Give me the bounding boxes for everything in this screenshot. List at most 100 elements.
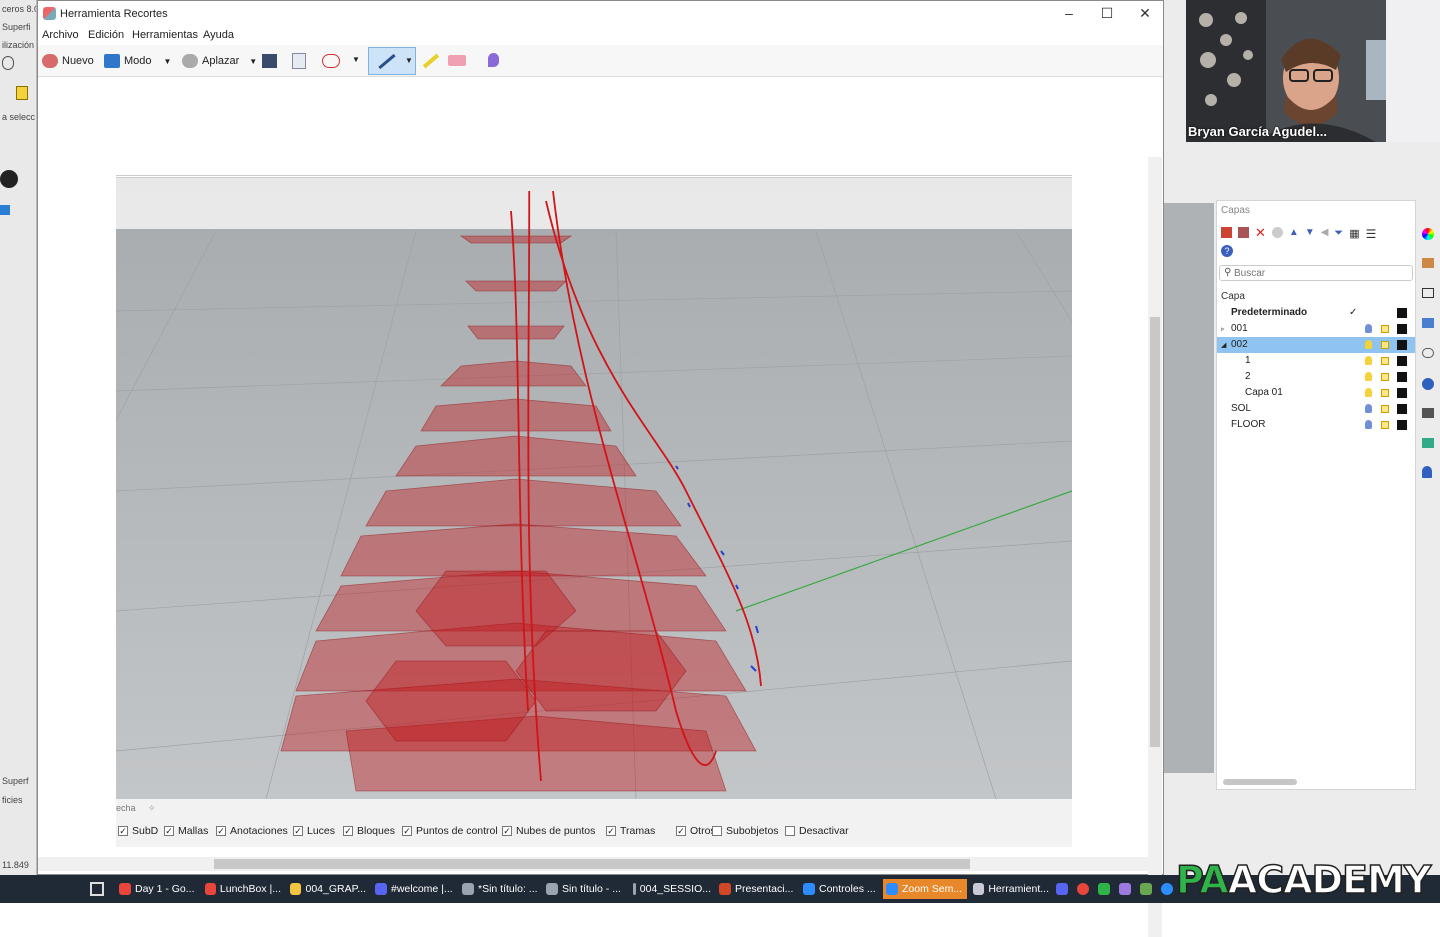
minimize-button[interactable]: – bbox=[1058, 5, 1080, 23]
horizontal-scroll-thumb[interactable] bbox=[214, 859, 970, 869]
layer-row[interactable]: ▹ 001 bbox=[1217, 321, 1415, 337]
layer-color-swatch[interactable] bbox=[1397, 420, 1407, 430]
checkbox-box[interactable]: ✓ bbox=[164, 826, 174, 836]
checkbox-box[interactable]: ✓ bbox=[293, 826, 303, 836]
layer-color-swatch[interactable] bbox=[1397, 356, 1407, 366]
new-button[interactable]: Nuevo bbox=[42, 52, 94, 70]
layer-color-swatch[interactable] bbox=[1397, 324, 1407, 334]
collapse-icon[interactable]: ◀ bbox=[1321, 227, 1329, 241]
layer-name[interactable]: Predeterminado bbox=[1231, 307, 1307, 318]
visibility-bulb-icon[interactable] bbox=[1365, 388, 1372, 397]
layer-color-swatch[interactable] bbox=[1397, 372, 1407, 382]
move-down-icon[interactable]: ▼ bbox=[1305, 227, 1315, 241]
filter-checkbox[interactable]: ✓ SubD bbox=[118, 825, 158, 837]
layer-row[interactable]: FLOOR bbox=[1217, 417, 1415, 433]
filter-checkbox[interactable]: ✓ Tramas bbox=[606, 825, 655, 837]
task-view-icon[interactable] bbox=[90, 882, 104, 896]
discord-tray-icon[interactable] bbox=[1056, 883, 1068, 895]
menu-herramientas[interactable]: Herramientas bbox=[132, 29, 198, 41]
layer-search-input[interactable] bbox=[1234, 267, 1404, 279]
save-icon[interactable] bbox=[262, 54, 277, 68]
lock-icon[interactable] bbox=[1381, 405, 1389, 413]
close-button[interactable]: ✕ bbox=[1134, 5, 1156, 23]
viewport-icon[interactable] bbox=[1422, 318, 1434, 328]
layer-name[interactable]: Capa 01 bbox=[1245, 387, 1283, 398]
expand-arrow-icon[interactable]: ▹ bbox=[1221, 325, 1225, 333]
camera-icon[interactable] bbox=[1422, 408, 1434, 418]
taskbar-item[interactable]: 004_GRAP... bbox=[287, 879, 369, 899]
layer-name[interactable]: 1 bbox=[1245, 355, 1251, 366]
layer-name[interactable]: SOL bbox=[1231, 403, 1251, 414]
new-layer-icon[interactable] bbox=[1221, 227, 1232, 238]
taskbar-item[interactable]: Sin título - ... bbox=[543, 879, 627, 899]
checkbox-box[interactable]: ✓ bbox=[606, 826, 616, 836]
visibility-bulb-icon[interactable] bbox=[1365, 356, 1372, 365]
layer-name[interactable]: 002 bbox=[1231, 339, 1248, 350]
layer-name[interactable]: FLOOR bbox=[1231, 419, 1265, 430]
table-icon[interactable]: ▦ bbox=[1349, 227, 1359, 241]
highlighter-icon[interactable] bbox=[422, 53, 440, 69]
map-tray-icon[interactable] bbox=[1140, 883, 1152, 895]
delete-icon[interactable]: ✕ bbox=[1255, 226, 1266, 241]
gear-icon[interactable] bbox=[0, 170, 18, 188]
layer-row[interactable]: Predeterminado ✓ bbox=[1217, 305, 1415, 321]
taskbar-item[interactable]: LunchBox |... bbox=[202, 879, 284, 899]
chevron-down-icon[interactable]: ▼ bbox=[352, 55, 360, 64]
layer-name[interactable]: 001 bbox=[1231, 323, 1248, 334]
library-icon[interactable] bbox=[1422, 438, 1434, 448]
taskbar-item[interactable]: 004_SESSIO... bbox=[630, 879, 714, 899]
layer-row[interactable]: ◢ 002 bbox=[1217, 337, 1415, 353]
layer-search-box[interactable]: ⚲ bbox=[1219, 265, 1413, 281]
layer-row[interactable]: 2 bbox=[1217, 369, 1415, 385]
checkbox-box[interactable]: ✓ bbox=[676, 826, 686, 836]
maximize-button[interactable]: ☐ bbox=[1096, 5, 1118, 23]
visibility-bulb-icon[interactable] bbox=[1365, 420, 1372, 429]
filter-checkbox[interactable]: ✓ Luces bbox=[293, 825, 335, 837]
named-views-icon[interactable] bbox=[1422, 348, 1434, 358]
layers-scroll-thumb[interactable] bbox=[1223, 779, 1297, 785]
pen-tool-button[interactable]: ▼ bbox=[368, 47, 416, 75]
lock-icon[interactable] bbox=[1381, 341, 1389, 349]
filter-checkbox[interactable]: ✓ Otros bbox=[676, 825, 716, 837]
checkbox-box[interactable] bbox=[785, 826, 795, 836]
filter-checkbox[interactable]: ✓ Bloques bbox=[343, 825, 395, 837]
layer-color-swatch[interactable] bbox=[1397, 388, 1407, 398]
display-icon[interactable] bbox=[1422, 288, 1434, 298]
layer-row[interactable]: 1 bbox=[1217, 353, 1415, 369]
layer-color-swatch[interactable] bbox=[1397, 404, 1407, 414]
layer-color-swatch[interactable] bbox=[1397, 308, 1407, 318]
taskbar-item[interactable]: Herramient... bbox=[970, 879, 1052, 899]
taskbar-item[interactable]: Zoom Sem... bbox=[883, 879, 967, 899]
filter-checkbox[interactable]: Subobjetos bbox=[712, 825, 779, 837]
checkbox-box[interactable]: ✓ bbox=[118, 826, 128, 836]
notification-icon[interactable] bbox=[1422, 466, 1432, 478]
chrome-tray-icon[interactable] bbox=[1077, 883, 1089, 895]
visibility-bulb-icon[interactable] bbox=[1365, 340, 1372, 349]
checkbox-box[interactable]: ✓ bbox=[343, 826, 353, 836]
move-up-icon[interactable]: ▲ bbox=[1289, 227, 1299, 241]
lock-icon[interactable] bbox=[1381, 325, 1389, 333]
render-icon[interactable] bbox=[1422, 378, 1434, 390]
lock-icon[interactable] bbox=[1381, 357, 1389, 365]
visibility-bulb-icon[interactable] bbox=[1365, 324, 1372, 333]
expand-arrow-icon[interactable]: ◢ bbox=[1221, 341, 1226, 349]
layer-color-swatch[interactable] bbox=[1397, 340, 1407, 350]
viewport-tab-label[interactable]: echa bbox=[116, 803, 136, 813]
delay-button[interactable]: Aplazar ▼ bbox=[182, 52, 257, 70]
materials-icon[interactable] bbox=[1422, 258, 1434, 268]
vertical-scroll-thumb[interactable] bbox=[1150, 317, 1160, 747]
mode-button[interactable]: Modo ▼ bbox=[104, 52, 171, 70]
paint3d-icon[interactable] bbox=[488, 53, 499, 67]
chevron-down-icon[interactable]: ▼ bbox=[164, 57, 172, 66]
help-icon[interactable]: ? bbox=[1221, 245, 1233, 257]
menu-archivo[interactable]: Archivo bbox=[42, 29, 79, 41]
lasso-icon[interactable] bbox=[2, 56, 14, 70]
zoom-tray-icon[interactable] bbox=[1161, 883, 1173, 895]
send-icon[interactable] bbox=[322, 54, 340, 68]
rhino-viewport[interactable] bbox=[116, 191, 1072, 799]
plus-icon[interactable]: ✧ bbox=[148, 803, 156, 814]
chevron-down-icon[interactable]: ▼ bbox=[249, 57, 257, 66]
copy-icon[interactable] bbox=[292, 53, 306, 69]
lock-icon[interactable] bbox=[1381, 373, 1389, 381]
menu-edicion[interactable]: Edición bbox=[88, 29, 124, 41]
